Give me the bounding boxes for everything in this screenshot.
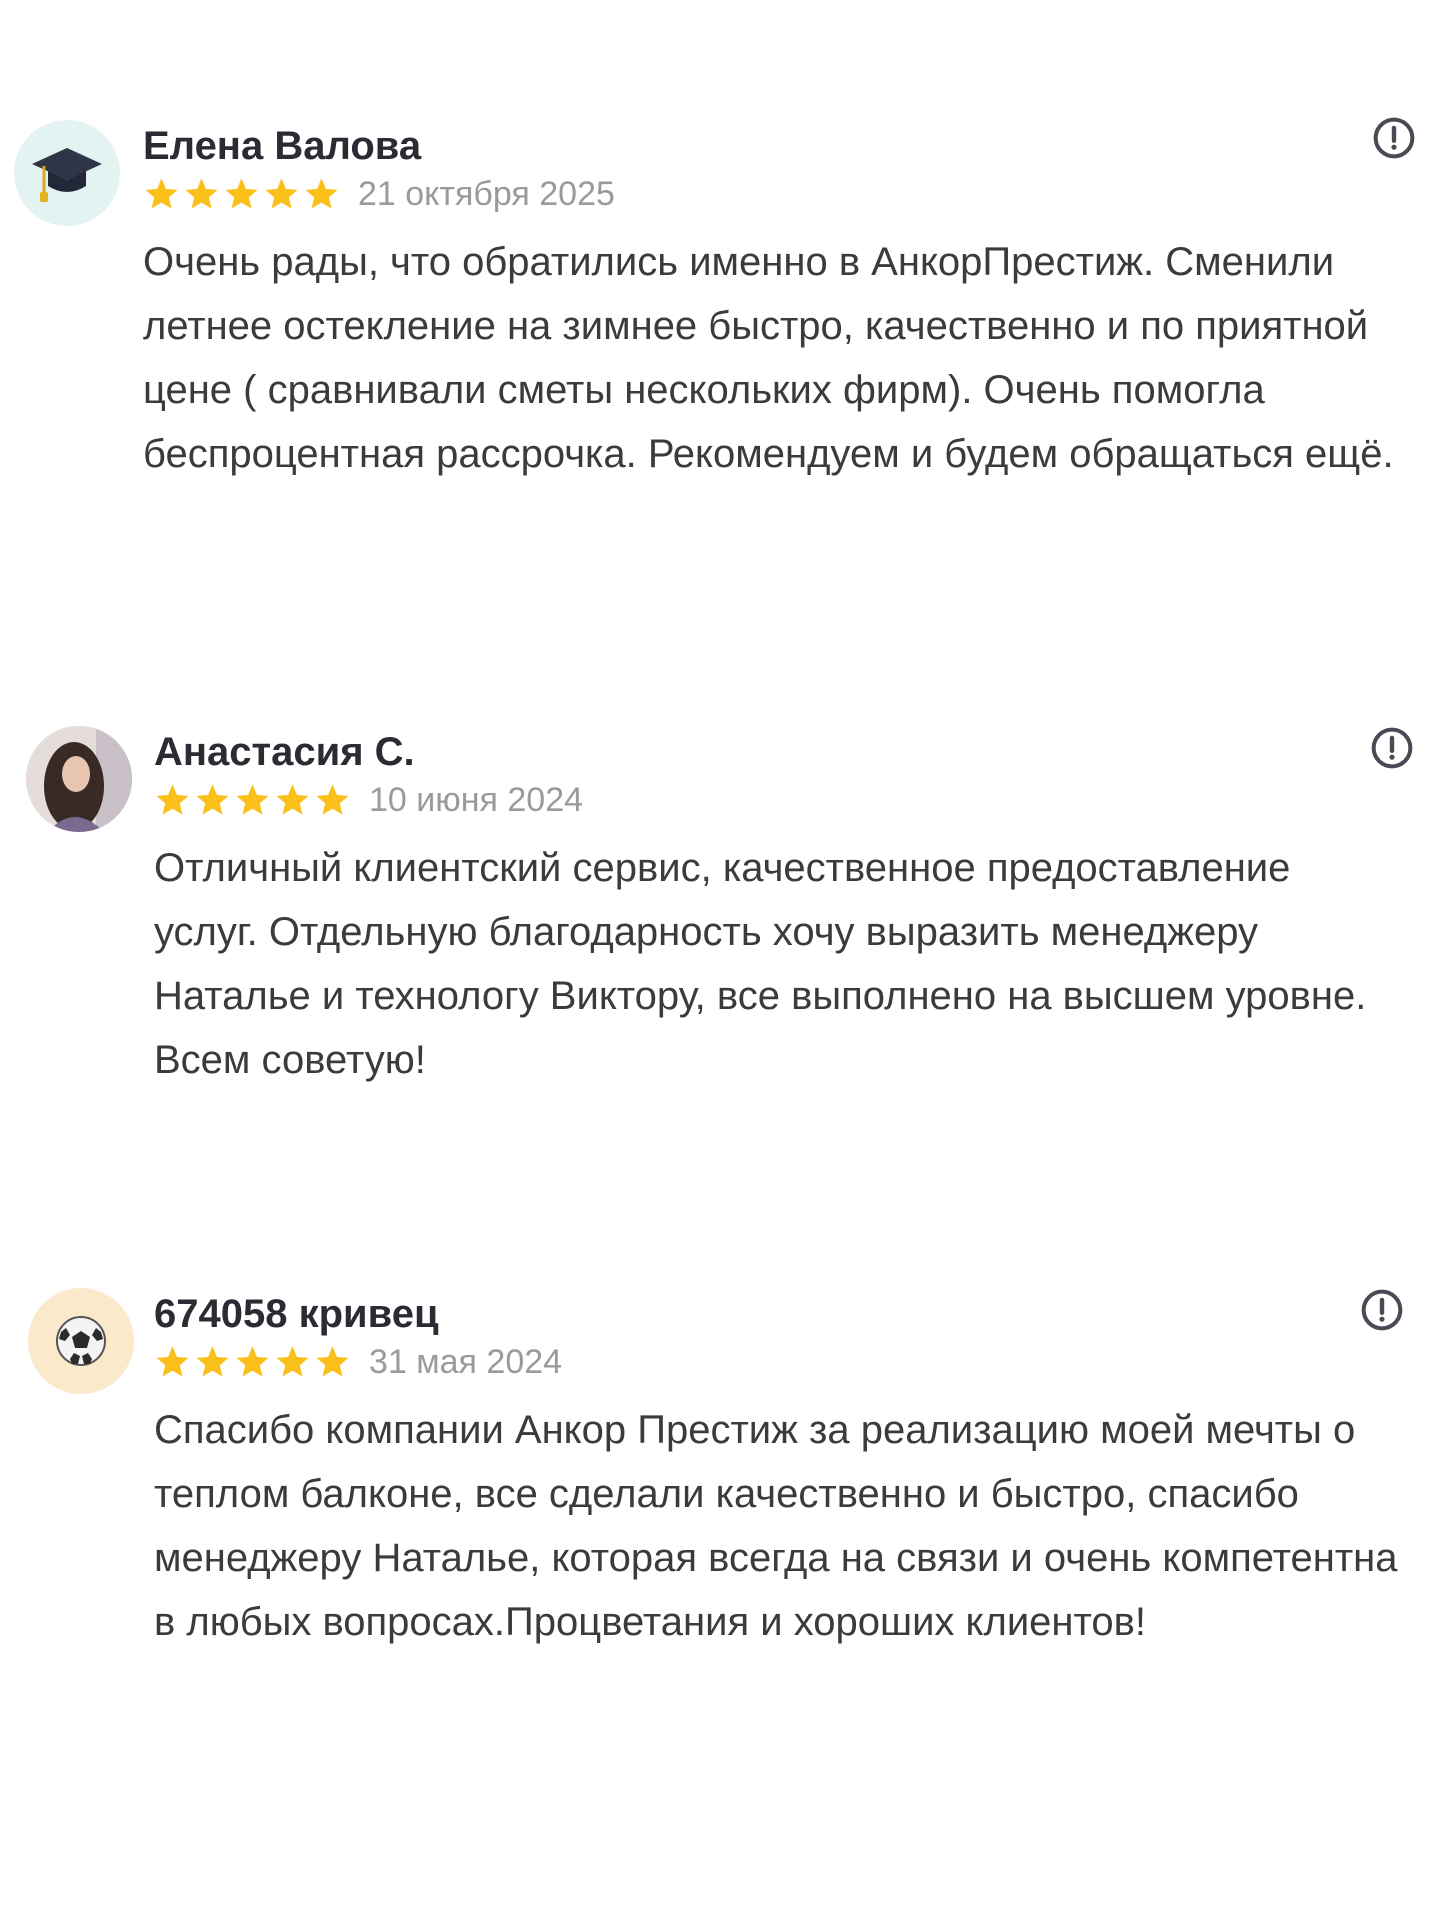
review-card: Анастасия С. 10 июня 2024 Отличный клиен… xyxy=(0,718,1440,1118)
avatar[interactable] xyxy=(28,1288,134,1394)
user-photo xyxy=(26,726,132,832)
review-author[interactable]: Анастасия С. xyxy=(154,728,1404,776)
star-icon xyxy=(156,783,189,815)
graduation-cap-icon xyxy=(32,148,102,202)
star-icon xyxy=(196,783,229,815)
review-date: 31 мая 2024 xyxy=(369,1342,563,1381)
avatar[interactable] xyxy=(14,120,120,226)
report-icon[interactable] xyxy=(1370,726,1414,770)
rating-stars xyxy=(143,176,340,213)
soccer-ball-icon xyxy=(56,1316,106,1366)
star-icon xyxy=(196,1345,229,1377)
rating-stars xyxy=(154,782,351,819)
star-icon xyxy=(145,177,178,209)
report-icon[interactable] xyxy=(1372,116,1416,160)
star-icon xyxy=(236,1345,269,1377)
review-card: 674058 кривец 31 мая 2024 Спасибо компан… xyxy=(0,1280,1440,1740)
star-icon xyxy=(265,177,298,209)
star-icon xyxy=(156,1345,189,1377)
review-text: Отличный клиентский сервис, качественное… xyxy=(154,846,1367,1082)
review-author[interactable]: 674058 кривец xyxy=(154,1290,1414,1338)
star-icon xyxy=(276,1345,309,1377)
report-icon[interactable] xyxy=(1360,1288,1404,1332)
star-icon xyxy=(316,783,349,815)
review-date: 21 октября 2025 xyxy=(358,174,615,213)
rating-stars xyxy=(154,1344,351,1381)
review-text: Очень рады, что обратились именно в Анко… xyxy=(143,240,1394,476)
review-date: 10 июня 2024 xyxy=(369,780,584,819)
star-icon xyxy=(185,177,218,209)
review-card: Елена Валова 21 октября 2025 Очень рады,… xyxy=(0,110,1440,580)
star-icon xyxy=(236,783,269,815)
star-icon xyxy=(305,177,338,209)
review-text: Спасибо компании Анкор Престиж за реализ… xyxy=(154,1408,1398,1644)
review-author[interactable]: Елена Валова xyxy=(143,122,1413,170)
avatar[interactable] xyxy=(26,726,132,832)
star-icon xyxy=(276,783,309,815)
star-icon xyxy=(225,177,258,209)
star-icon xyxy=(316,1345,349,1377)
